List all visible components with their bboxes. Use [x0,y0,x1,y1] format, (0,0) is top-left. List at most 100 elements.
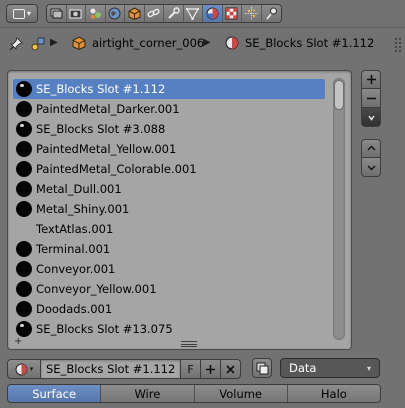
pin-icon[interactable] [8,36,24,52]
tab-world[interactable] [105,5,125,22]
material-slot-label: Doodads.001 [36,302,113,316]
breadcrumb: ▶ airtight_corner_006 ▶ SE_Blocks Slot #… [0,33,405,57]
render-layers-icon [50,8,63,19]
chevron-down-icon: ▾ [366,363,371,373]
material-slot-label: Metal_Dull.001 [36,182,122,196]
close-icon [226,364,235,374]
mesh-data-icon [186,7,200,20]
properties-header: ▾ [0,0,405,28]
material-name-field[interactable]: SE_Blocks Slot #1.112 [41,359,181,379]
tab-render[interactable] [66,5,86,22]
list-item[interactable]: Metal_Shiny.001 [13,199,325,219]
move-slot-up-button[interactable] [361,139,381,158]
breadcrumb-separator-icon: ▶ [203,37,211,48]
list-item[interactable]: SE_Blocks Slot #1.112 [13,79,325,99]
material-slot-label: SE_Blocks Slot #3.088 [36,122,166,136]
chevron-down-icon: ▾ [26,8,31,18]
list-scrollbar[interactable] [333,78,345,340]
tab-scene[interactable] [86,5,106,22]
tab-material[interactable] [203,5,223,22]
material-slot-label: SE_Blocks Slot #1.112 [36,82,166,96]
add-slot-button[interactable] [361,70,381,89]
list-item[interactable]: Doodads.001 [13,299,325,319]
tab-texture[interactable] [222,5,242,22]
fake-user-button[interactable]: F [181,359,201,379]
tab-object[interactable] [125,5,145,22]
remove-slot-button[interactable] [361,89,381,108]
move-slot-down-button[interactable] [361,158,381,177]
copy-material-button[interactable] [252,358,272,378]
material-datablock: ▾ SE_Blocks Slot #1.112 F [7,358,241,380]
tab-halo[interactable]: Halo [287,385,380,402]
new-material-button[interactable] [201,359,221,379]
material-preview-icon [16,321,32,337]
camera-icon [69,9,82,19]
material-slot-label: Terminal.001 [36,242,111,256]
plus-icon [206,364,215,374]
cube-icon [128,7,141,20]
breadcrumb-object: airtight_corner_006 [72,36,204,50]
material-slot-label: PaintedMetal_Yellow.001 [36,142,177,156]
list-item[interactable]: Conveyor_Yellow.001 [13,279,325,299]
list-item[interactable]: SE_Blocks Slot #3.088 [13,119,325,139]
breadcrumb-material-label: SE_Blocks Slot #1.112 [245,36,375,50]
material-icon [206,7,219,20]
tab-volume[interactable]: Volume [194,385,288,402]
unlink-material-button[interactable] [221,359,241,379]
material-slot-label: PaintedMetal_Colorable.001 [36,162,197,176]
arrow-down-icon [367,165,375,170]
list-item[interactable]: PaintedMetal_Colorable.001 [13,159,325,179]
list-item[interactable]: TextAtlas.001 [13,219,325,239]
tab-wire[interactable]: Wire [101,385,195,402]
list-item[interactable]: Metal_Dull.001 [13,179,325,199]
world-icon [108,7,121,20]
particles-icon [244,7,258,20]
tab-particles[interactable] [242,5,262,22]
texture-checker-icon [225,7,238,20]
material-preview-icon [16,261,32,277]
material-preview-icon [16,201,32,217]
tab-data[interactable] [183,5,203,22]
tab-physics[interactable] [261,5,281,22]
link-mode-dropdown[interactable]: Data ▾ [280,358,380,378]
material-preview-icon [16,141,32,157]
editor-type-button[interactable]: ▾ [6,4,38,23]
chain-link-icon [147,8,160,18]
chevron-down-icon: ▾ [29,365,34,373]
list-item[interactable]: SE_Blocks Slot #13.075 [13,319,325,339]
material-preview-icon [16,81,32,97]
material-slot-label: TextAtlas.001 [36,222,114,236]
editor-type-icon [12,8,25,19]
list-item[interactable]: PaintedMetal_Darker.001 [13,99,325,119]
chevron-down-icon [367,115,375,121]
list-item[interactable]: Conveyor.001 [13,259,325,279]
material-preview-icon [16,221,32,237]
browse-material-button[interactable]: ▾ [7,359,41,379]
material-slot-label: SE_Blocks Slot #13.075 [36,322,173,336]
context-tabs [46,4,282,23]
tab-modifiers[interactable] [164,5,184,22]
list-item[interactable]: Terminal.001 [13,239,325,259]
arrow-up-icon [367,145,375,151]
plus-icon [366,75,376,84]
scrollbar-thumb[interactable] [334,80,344,110]
filter-options-icon[interactable]: + [14,337,24,347]
tab-constraints[interactable] [144,5,164,22]
material-slot-label: PaintedMetal_Darker.001 [36,102,180,116]
material-icon [15,363,28,375]
material-preview-icon [16,281,32,297]
list-resize-handle[interactable] [181,341,197,347]
material-preview-icon [16,101,32,117]
material-icon [225,36,239,50]
tab-surface[interactable]: Surface [8,385,102,402]
material-type-tabs: Surface Wire Volume Halo [7,384,381,403]
material-slot-label: Conveyor.001 [36,262,116,276]
link-mode-value: Data [289,361,317,375]
material-preview-icon [16,121,32,137]
specials-menu-button[interactable] [361,108,381,127]
panel-grip-icon[interactable] [394,33,402,57]
tab-render-layers[interactable] [47,5,67,22]
list-item[interactable]: PaintedMetal_Yellow.001 [13,139,325,159]
physics-icon [266,7,277,20]
